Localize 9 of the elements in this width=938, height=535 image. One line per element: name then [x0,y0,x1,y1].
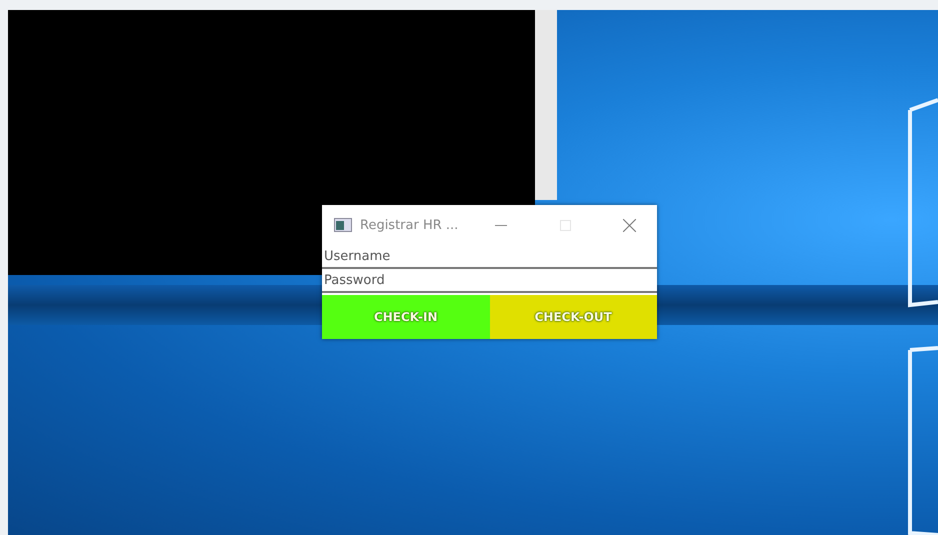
password-field[interactable]: Password [322,269,657,293]
app-icon [334,218,352,232]
action-button[interactable]: CHECK-OUT [490,295,657,339]
username-field[interactable]: Username [322,245,657,269]
close-icon [622,218,636,232]
maximize-icon [560,220,570,230]
window-title: Registrar HR ... [360,218,460,232]
minimize-icon [495,224,507,226]
action-button[interactable]: CHECK-IN [322,295,490,339]
